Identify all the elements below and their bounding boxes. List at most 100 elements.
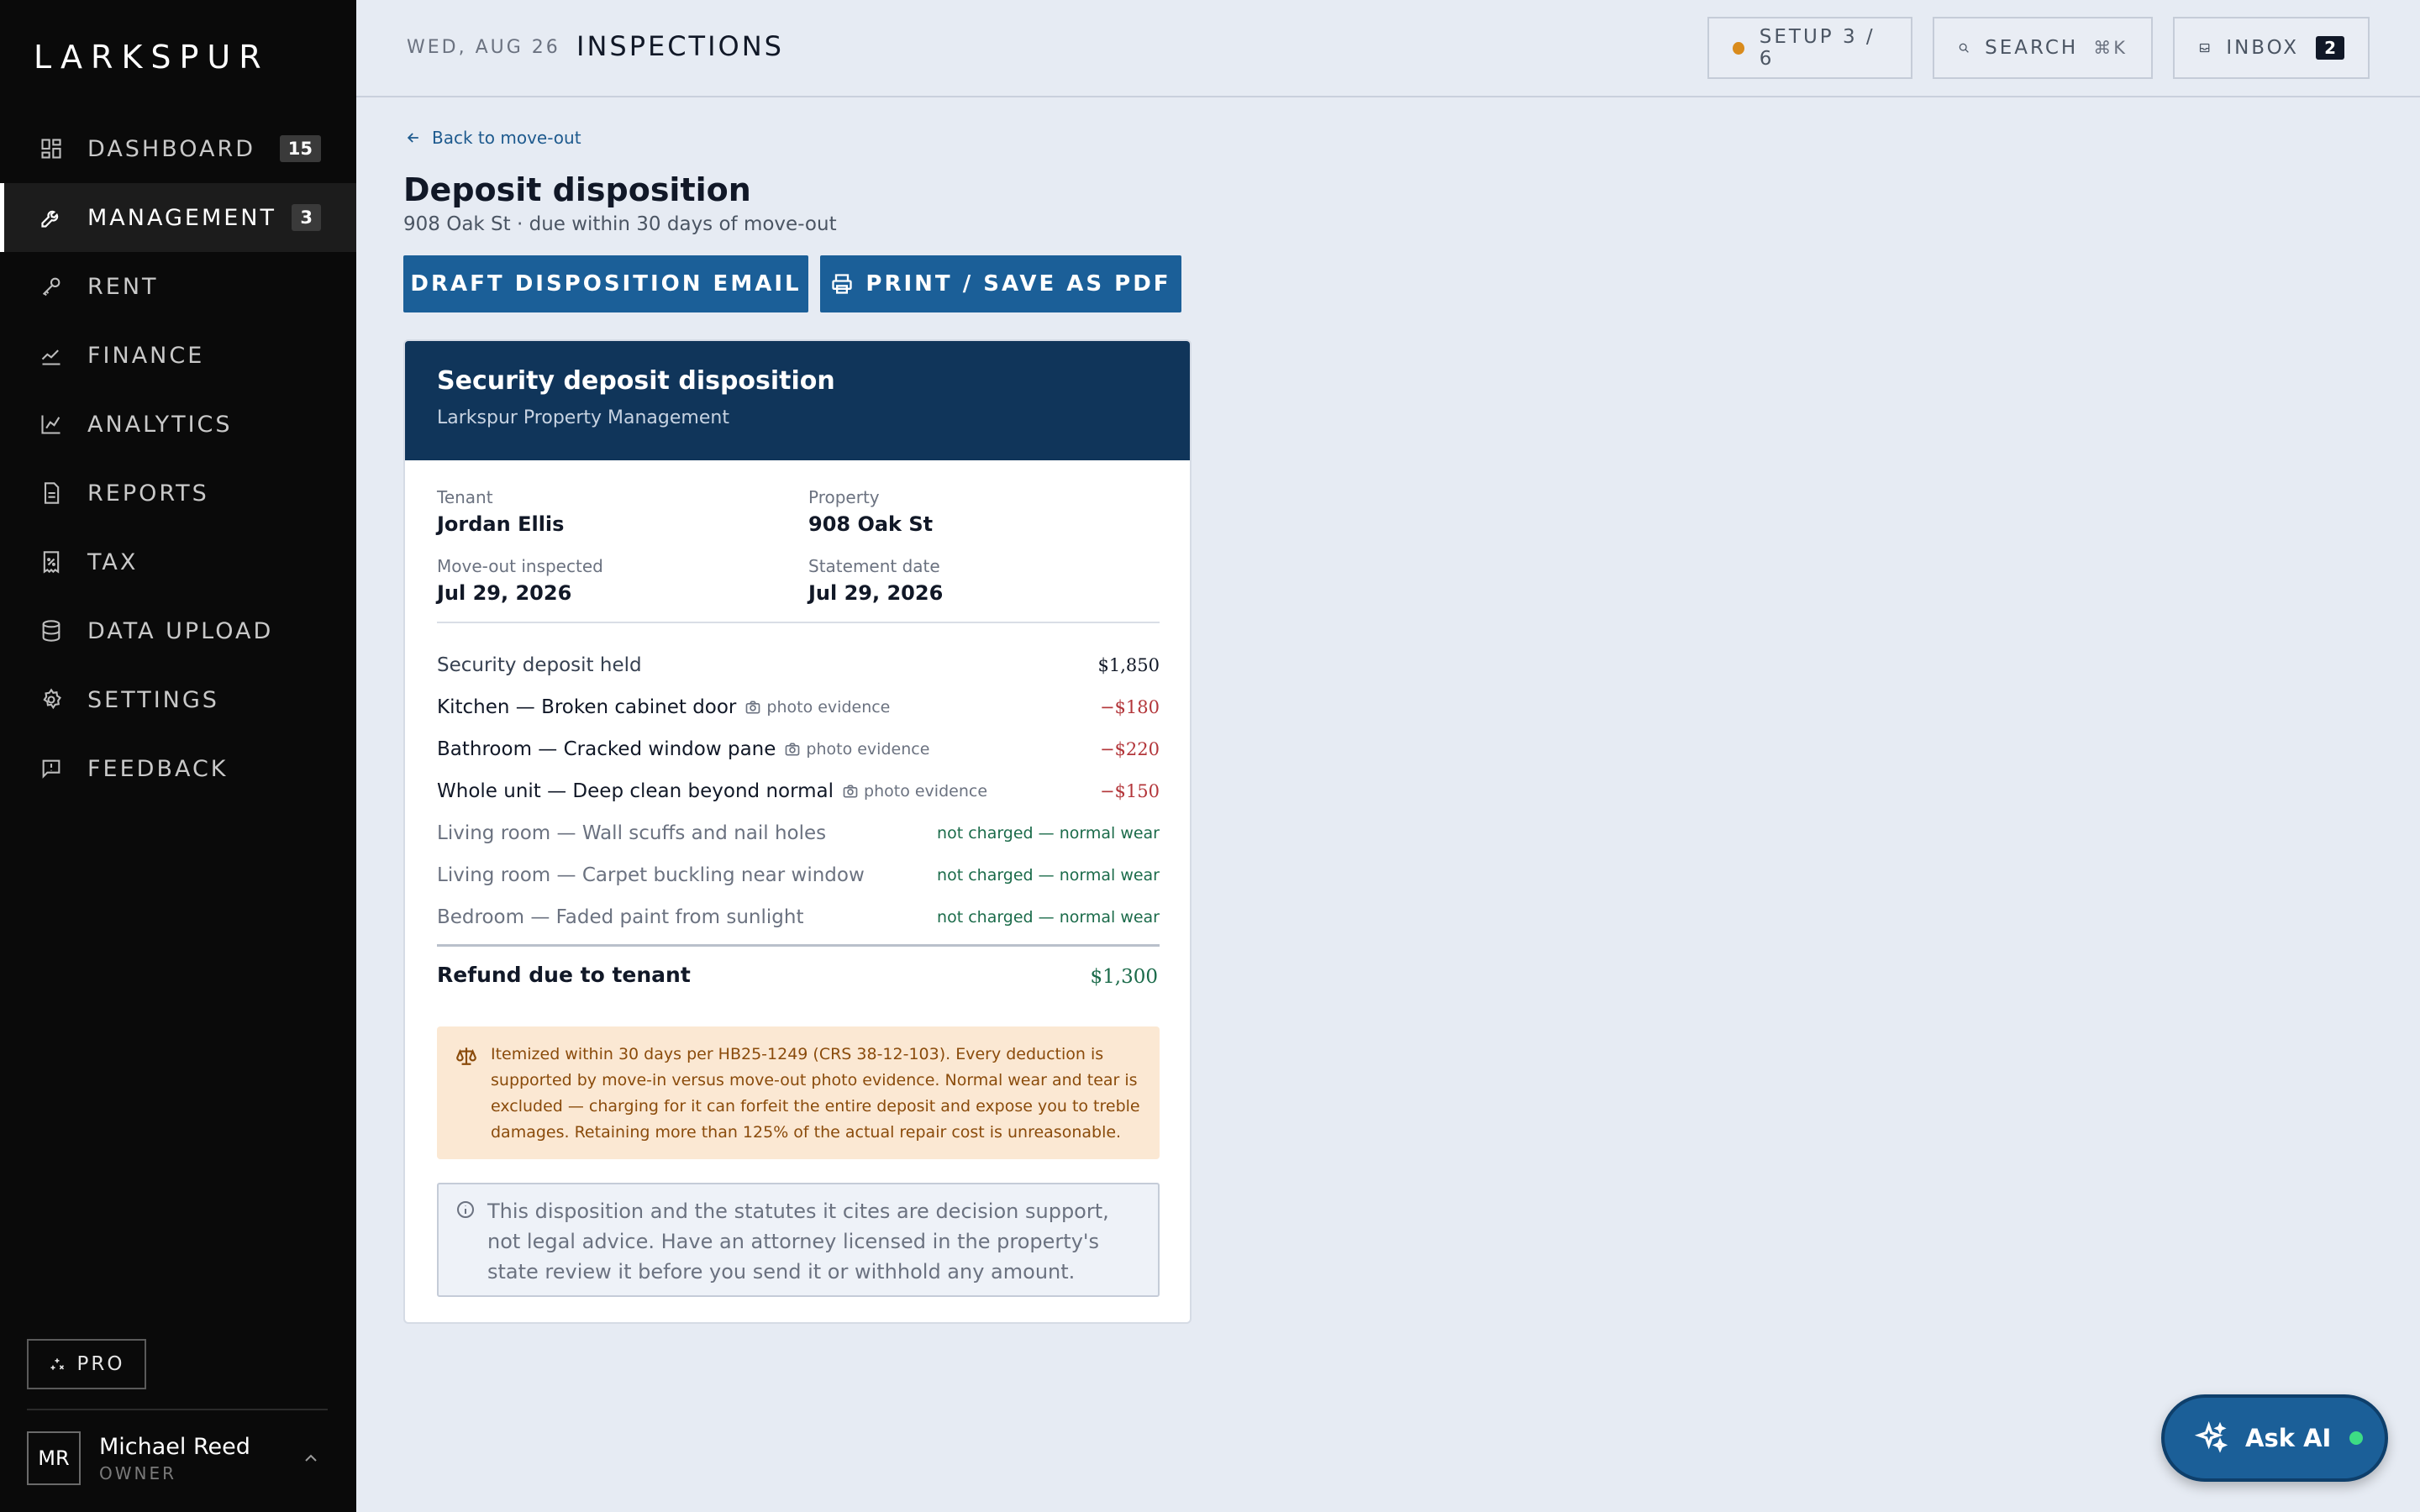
sidebar-item-data-upload[interactable]: DATA UPLOAD — [0, 596, 356, 665]
draft-disposition-email-button[interactable]: DRAFT DISPOSITION EMAIL — [403, 255, 808, 312]
line-item-label: Security deposit held — [437, 654, 642, 676]
user-menu[interactable]: MR Michael Reed OWNER — [27, 1430, 328, 1487]
setup-progress-button[interactable]: SETUP 3 / 6 — [1707, 17, 1912, 79]
sidebar-item-tax[interactable]: TAX — [0, 528, 356, 596]
page-subtitle: 908 Oak St · due within 30 days of move-… — [403, 213, 837, 235]
receipt-icon — [39, 549, 64, 575]
evidence-label: photo evidence — [766, 698, 891, 717]
search-button[interactable]: SEARCH ⌘K — [1933, 17, 2153, 79]
sidebar: LARKSPUR DASHBOARD 15 MANAGEMENT 3 RENT — [0, 0, 356, 1512]
sidebar-item-dashboard[interactable]: DASHBOARD 15 — [0, 114, 356, 183]
arrow-left-icon — [407, 133, 418, 143]
line-item-label: Whole unit — Deep clean beyond normal — [437, 780, 834, 802]
sidebar-item-feedback[interactable]: FEEDBACK — [0, 734, 356, 803]
top-bar: WED, AUG 26 INSPECTIONS SETUP 3 / 6 SEAR… — [356, 0, 2420, 97]
refund-label: Refund due to tenant — [437, 963, 691, 987]
evidence-label: photo evidence — [864, 782, 988, 801]
photo-evidence-link[interactable]: photo evidence — [744, 698, 890, 717]
property-label: Property — [808, 487, 880, 507]
sidebar-item-rent[interactable]: RENT — [0, 252, 356, 321]
sidebar-nav: DASHBOARD 15 MANAGEMENT 3 RENT FINANCE A… — [0, 114, 356, 803]
section-title: INSPECTIONS — [576, 30, 784, 62]
sidebar-item-management[interactable]: MANAGEMENT 3 — [0, 183, 356, 252]
tenant-field: Tenant Jordan Ellis — [437, 487, 790, 536]
user-name: Michael Reed — [99, 1433, 250, 1460]
scale-icon — [456, 1047, 476, 1065]
property-address: 908 Oak St — [808, 512, 934, 536]
sidebar-divider — [27, 1409, 328, 1410]
sidebar-item-reports[interactable]: REPORTS — [0, 459, 356, 528]
evidence-label: photo evidence — [806, 740, 930, 759]
current-date: WED, AUG 26 — [407, 37, 560, 58]
sidebar-item-analytics[interactable]: ANALYTICS — [0, 390, 356, 459]
sidebar-item-label: FINANCE — [87, 342, 205, 369]
sidebar-item-settings[interactable]: SETTINGS — [0, 665, 356, 734]
nav-count-badge: 3 — [292, 204, 321, 231]
line-item-amount: −$180 — [1099, 697, 1160, 717]
line-item: Bathroom — Cracked window pane photo evi… — [437, 732, 1160, 766]
ask-ai-button[interactable]: Ask AI — [2161, 1394, 2388, 1482]
line-item: Kitchen — Broken cabinet door photo evid… — [437, 690, 1160, 724]
ask-ai-label: Ask AI — [2245, 1424, 2332, 1452]
print-save-pdf-button[interactable]: PRINT / SAVE AS PDF — [820, 255, 1181, 312]
key-icon — [39, 274, 64, 299]
sidebar-item-finance[interactable]: FINANCE — [0, 321, 356, 390]
setup-status-dot — [1733, 41, 1744, 55]
document-icon — [39, 480, 64, 506]
line-item-amount: not charged — normal wear — [937, 824, 1160, 843]
statement-label: Statement date — [808, 556, 940, 576]
line-item-amount: $1,850 — [1097, 655, 1160, 675]
sidebar-item-label: ANALYTICS — [87, 411, 233, 438]
line-item-amount: not charged — normal wear — [937, 866, 1160, 885]
line-item-amount: −$150 — [1099, 781, 1160, 801]
nav-count-badge: 15 — [279, 135, 321, 162]
statement-field: Statement date Jul 29, 2026 — [808, 556, 1161, 605]
line-item-label: Bedroom — Faded paint from sunlight — [437, 906, 804, 928]
sidebar-item-label: RENT — [87, 273, 159, 300]
feedback-icon — [39, 756, 64, 781]
sidebar-item-label: SETTINGS — [87, 686, 219, 713]
card-title: Security deposit disposition — [437, 366, 835, 396]
line-item-amount: −$220 — [1099, 739, 1160, 759]
line-item-label: Living room — Wall scuffs and nail holes — [437, 822, 827, 844]
inbox-count-badge: 2 — [2316, 36, 2344, 60]
property-field: Property 908 Oak St — [808, 487, 1161, 536]
total-divider — [437, 944, 1160, 947]
printer-icon — [832, 274, 853, 294]
photo-evidence-link[interactable]: photo evidence — [842, 782, 987, 801]
pro-label: PRO — [76, 1353, 125, 1375]
user-role: OWNER — [99, 1462, 177, 1483]
sidebar-item-label: DATA UPLOAD — [87, 617, 274, 644]
print-button-label: PRINT / SAVE AS PDF — [865, 271, 1171, 297]
sidebar-item-label: TAX — [87, 549, 139, 575]
card-header: Security deposit disposition Larkspur Pr… — [405, 341, 1190, 460]
sidebar-item-label: FEEDBACK — [87, 755, 229, 782]
statement-date: Jul 29, 2026 — [808, 581, 944, 605]
camera-icon — [843, 785, 858, 798]
line-item-label: Bathroom — Cracked window pane — [437, 738, 776, 760]
ai-status-dot — [2349, 1431, 2364, 1445]
line-item-amount: not charged — normal wear — [937, 908, 1160, 927]
card-subtitle: Larkspur Property Management — [437, 407, 729, 428]
line-item: Bedroom — Faded paint from sunlight not … — [437, 900, 1160, 934]
disposition-card: Security deposit disposition Larkspur Pr… — [403, 339, 1192, 1324]
bar-chart-icon — [39, 412, 64, 437]
line-item-label: Kitchen — Broken cabinet door — [437, 696, 737, 718]
inbox-label: INBOX — [2226, 37, 2300, 59]
search-icon — [1959, 43, 1969, 53]
user-info: Michael Reed OWNER — [99, 1434, 250, 1483]
back-to-move-out-link[interactable]: Back to move-out — [405, 128, 581, 148]
pro-button[interactable]: PRO — [27, 1339, 146, 1389]
photo-evidence-link[interactable]: photo evidence — [784, 740, 929, 759]
line-item: Living room — Wall scuffs and nail holes… — [437, 816, 1160, 850]
inbox-button[interactable]: INBOX 2 — [2173, 17, 2370, 79]
disclaimer-text: This disposition and the statutes it cit… — [487, 1200, 1109, 1284]
trend-icon — [39, 343, 64, 368]
sidebar-item-label: REPORTS — [87, 480, 209, 507]
inspected-label: Move-out inspected — [437, 556, 603, 576]
inspected-date: Jul 29, 2026 — [437, 581, 572, 605]
brand-logo[interactable]: LARKSPUR — [34, 39, 270, 76]
inbox-icon — [2199, 43, 2210, 53]
chevron-up-icon[interactable] — [301, 1448, 321, 1468]
back-link-label: Back to move-out — [432, 128, 581, 148]
